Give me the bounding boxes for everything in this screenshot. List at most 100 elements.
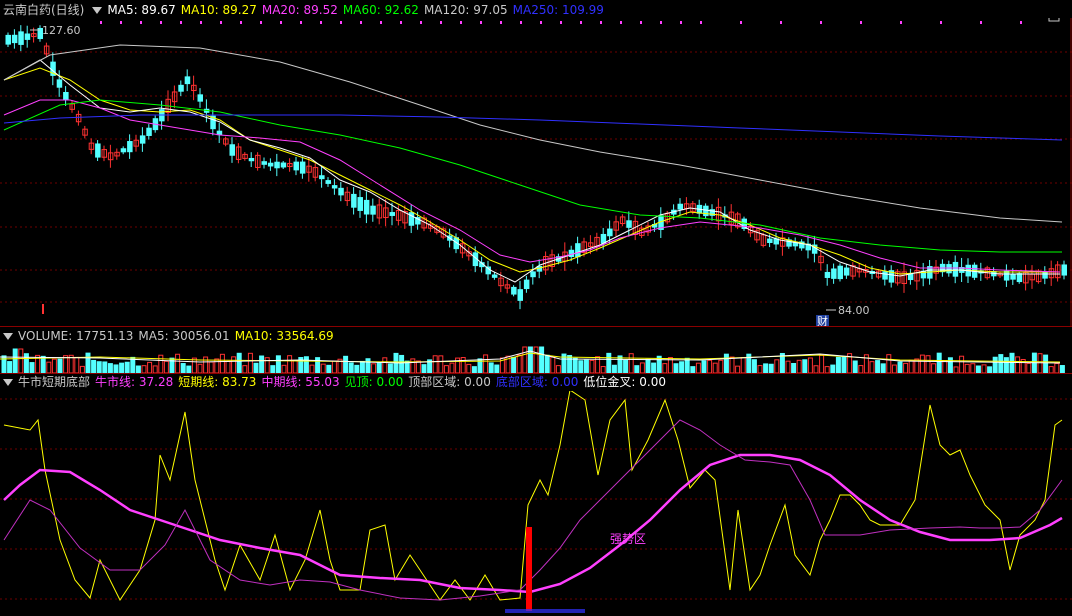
volume-bar <box>763 363 769 373</box>
indicator-chart[interactable]: 强势区 <box>0 391 1072 616</box>
volume-bar <box>253 362 259 373</box>
candlestick-chart[interactable]: 127.6084.00财 <box>0 18 1072 327</box>
low-price-label: 84.00 <box>838 304 870 317</box>
price-panel[interactable]: 云南白药(日线) MA5: 89.67 MA10: 89.27 MA20: 89.52… <box>0 0 1072 327</box>
volume-bar <box>903 362 909 373</box>
volume-bar <box>645 358 651 373</box>
volume-bar <box>23 353 29 373</box>
volume-bar <box>208 361 214 373</box>
volume-bar <box>387 363 393 373</box>
signal-marker <box>1020 21 1022 24</box>
ma120-line <box>3 44 1063 223</box>
volume-bar <box>695 362 701 373</box>
signal-marker <box>940 21 942 24</box>
volume-bar <box>421 364 427 373</box>
signal-marker <box>260 21 262 24</box>
volume-bar <box>936 352 942 373</box>
candle-body <box>824 271 831 278</box>
volume-bar <box>147 361 153 373</box>
candle-body <box>831 268 837 279</box>
candle-body <box>1016 273 1023 283</box>
volume-bar <box>891 364 897 373</box>
volume-bar <box>981 364 987 373</box>
volume-bar <box>942 360 948 373</box>
volume-bar <box>830 364 836 373</box>
ma10-line <box>3 67 1060 275</box>
volume-bar <box>231 356 237 373</box>
volume-bar <box>152 365 158 373</box>
volume-bar <box>29 362 35 373</box>
volume-bar <box>791 363 797 373</box>
restore-icon <box>1048 18 1060 22</box>
signal-marker <box>580 21 582 24</box>
volume-bar <box>63 355 69 373</box>
signal-marker <box>820 21 822 24</box>
candle-body <box>24 33 31 40</box>
volume-bar <box>802 359 808 373</box>
candle-body <box>511 286 517 295</box>
volume-panel[interactable]: VOLUME: 17751.13 MA5: 30056.01 MA10: 33564… <box>0 327 1072 373</box>
ma20-line <box>3 99 1061 273</box>
volume-bar <box>163 360 169 373</box>
chevron-down-icon[interactable] <box>92 7 103 14</box>
volume-bar <box>1026 362 1032 373</box>
volume-bar <box>483 354 489 373</box>
volume-bar <box>718 359 724 373</box>
volume-bar <box>399 354 405 373</box>
volume-bar <box>869 361 875 373</box>
signal-marker <box>740 21 742 24</box>
chevron-down-icon[interactable] <box>3 333 13 340</box>
volume-bar <box>242 365 248 373</box>
ma-legend-item-5: MA250: 109.99 <box>512 3 604 17</box>
volume-bar <box>908 359 914 373</box>
candle-body <box>63 91 69 101</box>
volume-bar <box>359 360 365 373</box>
volume-bar <box>343 355 349 373</box>
signal-marker <box>860 21 862 24</box>
volume-bar <box>639 362 645 373</box>
volume-bar <box>214 358 220 373</box>
volume-bar <box>348 362 354 373</box>
volume-bar <box>785 360 791 373</box>
stock-title: 云南白药(日线) <box>3 3 85 17</box>
candle-body <box>248 157 255 162</box>
candle-body <box>351 193 357 208</box>
signal-marker <box>180 21 182 24</box>
volume-bar <box>757 365 763 373</box>
volume-bar <box>96 361 102 373</box>
volume-bar <box>617 355 623 373</box>
volume-bar <box>628 353 634 373</box>
candle-body <box>946 264 952 274</box>
candle-body <box>907 273 914 281</box>
volume-bar <box>533 346 539 373</box>
volume-bar <box>488 362 494 373</box>
volume-bar <box>572 357 578 373</box>
volume-bar <box>365 358 371 373</box>
volume-bar <box>858 365 864 373</box>
volume-bar <box>1054 363 1060 373</box>
indicator-legend-item-2: 中期线: 55.03 <box>261 375 340 389</box>
indicator-panel[interactable]: 牛市短期底部 牛市线: 37.28 短期线: 83.73 中期线: 55.03 见顶: … <box>0 374 1072 616</box>
candle-body <box>600 233 607 244</box>
chevron-down-icon[interactable] <box>3 379 13 386</box>
ma-legend: MA5: 89.67 MA10: 89.27 MA20: 89.52 MA60: 92… <box>107 3 609 17</box>
signal-marker <box>600 21 602 24</box>
volume-bar <box>819 354 825 373</box>
candle-body <box>95 143 101 158</box>
candle-body <box>293 161 299 171</box>
candle-body <box>530 271 536 278</box>
volume-bar <box>275 355 281 373</box>
volume-chart[interactable] <box>0 345 1072 373</box>
volume-bar <box>410 358 416 373</box>
volume-bar <box>443 365 449 373</box>
volume-bar <box>141 365 147 373</box>
volume-bar <box>309 364 315 373</box>
signal-marker <box>500 21 502 24</box>
candle-body <box>299 161 306 174</box>
volume-bar <box>740 356 746 373</box>
volume-bar <box>281 364 287 373</box>
volume-bar <box>225 360 231 373</box>
indicator-legend-item-1: 短期线: 83.73 <box>178 375 257 389</box>
signal-marker <box>700 21 702 24</box>
volume-bar <box>959 355 965 373</box>
